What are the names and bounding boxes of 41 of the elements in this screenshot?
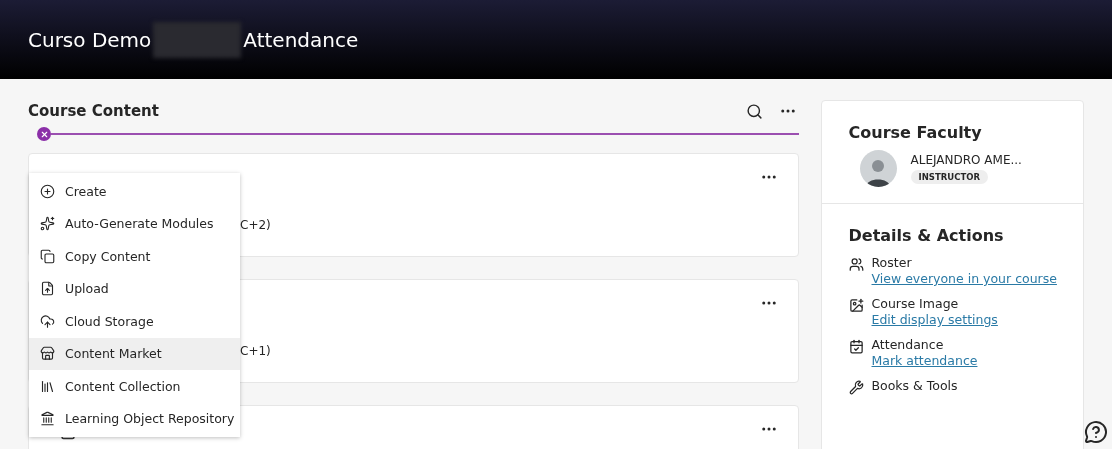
menu-item[interactable]: Content Market [29, 337, 240, 370]
section-title: Course Content [28, 102, 160, 120]
menu-item[interactable]: Copy Content [29, 240, 240, 273]
action-link[interactable]: Mark attendance [871, 353, 978, 368]
menu-item-icon [40, 378, 55, 394]
menu-item-icon [40, 411, 55, 427]
panel-title: Course Faculty [848, 123, 983, 142]
menu-item[interactable]: Upload [29, 272, 240, 305]
menu-item[interactable]: Learning Object Repository [29, 402, 240, 435]
close-icon [39, 129, 49, 139]
menu-item-icon [40, 183, 55, 199]
content-snippet: C+1) [240, 344, 271, 358]
menu-item[interactable]: Create [29, 175, 240, 208]
action-label: Course Image [871, 296, 960, 311]
action-link[interactable]: View everyone in your course [871, 271, 1057, 286]
action-icon [848, 380, 864, 395]
faculty-name: ALEJANDRO AME... [910, 153, 1022, 167]
menu-item[interactable]: Auto-Generate Modules [29, 207, 240, 240]
action-label: Books & Tools [871, 378, 958, 393]
help-icon[interactable] [1084, 420, 1108, 444]
action-icon [848, 257, 864, 272]
action-label: Roster [871, 255, 913, 270]
avatar [859, 150, 897, 187]
search-icon[interactable] [745, 102, 763, 120]
menu-item[interactable]: Content Collection [29, 370, 240, 403]
course-title: Curso Demo [28, 27, 152, 52]
action-icon [848, 298, 864, 313]
action-icon [848, 339, 864, 354]
content-snippet: C+2) [240, 218, 271, 232]
role-badge: INSTRUCTOR [910, 170, 988, 184]
menu-item-icon [40, 346, 55, 362]
action-link[interactable]: Edit display settings [871, 312, 998, 327]
menu-item[interactable]: Cloud Storage [29, 305, 240, 338]
action-label: Attendance [871, 337, 945, 352]
menu-item-icon [40, 281, 55, 297]
menu-item-icon [40, 216, 55, 232]
menu-item-icon [40, 248, 55, 264]
course-title: Attendance [243, 27, 359, 52]
menu-item-icon [40, 313, 55, 329]
close-button[interactable] [37, 127, 51, 141]
panel-title: Details & Actions [848, 226, 1005, 245]
